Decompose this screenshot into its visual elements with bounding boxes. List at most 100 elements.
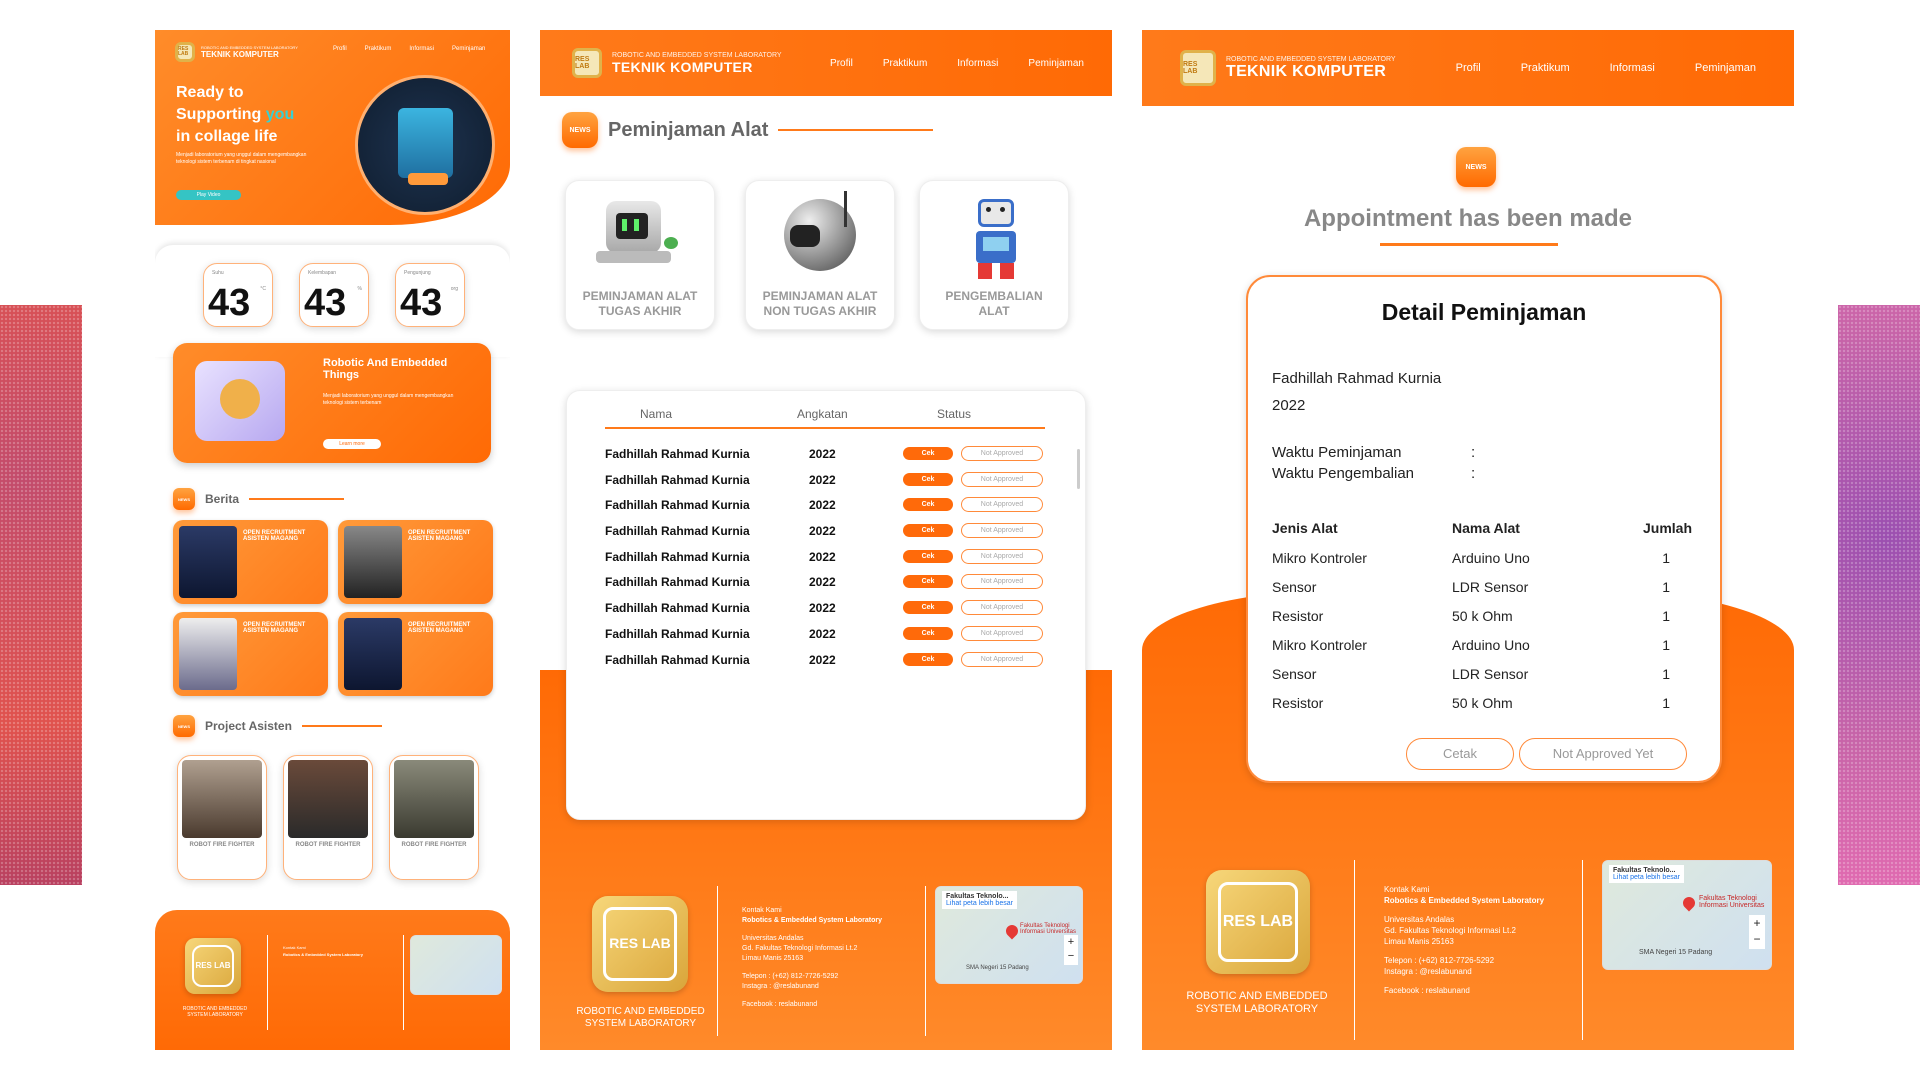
row-nama: Fadhillah Rahmad Kurnia	[605, 652, 750, 667]
stat-card-kelembapan: Kelembapan 43 %	[299, 263, 369, 327]
home-footer: RES LAB ROBOTIC AND EMBEDDED SYSTEM LABO…	[155, 910, 510, 1050]
cek-button[interactable]: Cek	[903, 575, 953, 589]
map-zoom-controls[interactable]: + −	[1064, 935, 1078, 965]
hero-line-2: Supporting	[176, 106, 266, 123]
table-row: Fadhillah Rahmad Kurnia 2022 Cek Not Approv…	[605, 569, 1045, 595]
project-card[interactable]: ROBOT FIRE FIGHTER	[177, 755, 267, 880]
chip-illustration	[195, 361, 285, 441]
footer-map[interactable]	[410, 935, 502, 995]
status-badge[interactable]: Not Approved	[961, 446, 1043, 461]
footer-telp[interactable]: Telepon : (+62) 812-7726-5292	[742, 972, 912, 982]
footer-fb[interactable]: Facebook : reslabunand	[1384, 985, 1574, 996]
nav-praktikum[interactable]: Praktikum	[1521, 62, 1570, 74]
item-jumlah: 1	[1662, 578, 1670, 595]
nav-profil[interactable]: Profil	[333, 46, 347, 52]
status-badge[interactable]: Not Approved	[961, 523, 1043, 539]
nav-peminjaman[interactable]: Peminjaman	[452, 46, 485, 52]
nav-peminjaman[interactable]: Peminjaman	[1028, 58, 1084, 69]
project-card[interactable]: ROBOT FIRE FIGHTER	[389, 755, 479, 880]
scrollbar[interactable]	[1077, 449, 1080, 489]
appointment-heading: Appointment has been made	[1303, 205, 1633, 232]
status-badge[interactable]: Not Approved	[961, 548, 1043, 564]
page-title: Peminjaman Alat	[608, 118, 769, 141]
nav-profil[interactable]: Profil	[830, 58, 853, 69]
item-jenis: Mikro Kontroler	[1272, 549, 1367, 566]
borrower-name: Fadhillah Rahmad Kurnia	[1272, 370, 1442, 387]
option-non-tugas-akhir[interactable]: PEMINJAMAN ALAT NON TUGAS AKHIR	[745, 180, 895, 330]
nav-praktikum[interactable]: Praktikum	[365, 46, 392, 52]
learn-more-button[interactable]: Learn more	[323, 439, 381, 449]
footer-map[interactable]: Fakultas Teknolo... Lihat peta lebih besa…	[935, 886, 1083, 984]
footer-telp[interactable]: Telepon : (+62) 812-7726-5292	[1384, 955, 1574, 966]
row-nama: Fadhillah Rahmad Kurnia	[605, 601, 750, 616]
project-card[interactable]: ROBOT FIRE FIGHTER	[283, 755, 373, 880]
brand-title: TEKNIK KOMPUTER	[1226, 62, 1387, 80]
cek-button[interactable]: Cek	[903, 652, 953, 666]
status-badge[interactable]: Not Approved	[961, 471, 1043, 487]
footer-logo: RES LAB	[185, 938, 241, 994]
status-badge[interactable]: Not Approved	[961, 574, 1043, 590]
cek-button[interactable]: Cek	[903, 447, 953, 460]
status-badge[interactable]: Not Approved	[961, 600, 1043, 616]
footer-ig[interactable]: Instagra : @reslabunand	[1384, 966, 1574, 977]
detail-title: Detail Peminjaman	[1381, 299, 1587, 325]
stat-unit: %	[357, 286, 362, 292]
table-row: Fadhillah Rahmad Kurnia 2022 Cek Not Approv…	[605, 647, 1045, 673]
stat-value: 43	[400, 282, 443, 324]
status-badge[interactable]: Not Approved	[961, 497, 1043, 513]
nav-informasi[interactable]: Informasi	[957, 58, 998, 69]
waktu-peminjaman-value: :	[1471, 444, 1476, 461]
news-card[interactable]: OPEN RECRUITMENT ASISTEN MAGANG	[173, 612, 328, 696]
cek-button[interactable]: Cek	[903, 549, 953, 563]
footer-ig[interactable]: Instagra : @reslabunand	[742, 982, 912, 992]
option-tugas-akhir[interactable]: PEMINJAMAN ALAT TUGAS AKHIR	[565, 180, 715, 330]
play-video-button[interactable]: Play Video	[176, 190, 241, 200]
peminjaman-panel: RES LAB ROBOTIC AND EMBEDDED SYSTEM LABO…	[540, 30, 1112, 1050]
news-card[interactable]: OPEN RECRUITMENT ASISTEN MAGANG	[173, 520, 328, 604]
item-jumlah: 1	[1662, 607, 1670, 624]
nav-profil[interactable]: Profil	[1456, 62, 1481, 74]
map-link[interactable]: Lihat peta lebih besar	[1613, 874, 1680, 881]
row-angkatan: 2022	[809, 575, 836, 590]
nav-informasi[interactable]: Informasi	[409, 46, 434, 52]
footer-fb[interactable]: Facebook : reslabunand	[742, 1000, 912, 1010]
col-jumlah: Jumlah	[1642, 520, 1692, 536]
cek-button[interactable]: Cek	[903, 472, 953, 486]
project-card-title: ROBOT FIRE FIGHTER	[189, 842, 255, 848]
approval-status-button[interactable]: Not Approved Yet	[1519, 738, 1687, 770]
row-nama: Fadhillah Rahmad Kurnia	[605, 549, 750, 564]
row-nama: Fadhillah Rahmad Kurnia	[605, 498, 750, 513]
stat-label: Suhu	[212, 270, 224, 276]
peminjaman-list: Fadhillah Rahmad Kurnia 2022 Cek Not Approv…	[605, 441, 1045, 672]
cek-button[interactable]: Cek	[903, 498, 953, 512]
row-angkatan: 2022	[809, 498, 836, 513]
stat-card-pengunjung: Pengunjung 43 org	[395, 263, 465, 327]
lab-logo[interactable]: RES LAB	[175, 42, 195, 62]
news-card[interactable]: OPEN RECRUITMENT ASISTEN MAGANG	[338, 612, 493, 696]
table-row: Resistor 50 k Ohm 1	[1272, 601, 1692, 630]
option-line-1: PEMINJAMAN ALAT	[762, 289, 878, 303]
cek-button[interactable]: Cek	[903, 524, 953, 538]
lab-logo[interactable]: RES LAB	[572, 48, 602, 78]
nav-praktikum[interactable]: Praktikum	[883, 58, 927, 69]
cek-button[interactable]: Cek	[903, 626, 953, 640]
map-link[interactable]: Lihat peta lebih besar	[946, 900, 1013, 907]
status-badge[interactable]: Not Approved	[961, 651, 1043, 667]
option-line-2: TUGAS AKHIR	[598, 304, 682, 318]
news-card[interactable]: OPEN RECRUITMENT ASISTEN MAGANG	[338, 520, 493, 604]
footer-map[interactable]: Fakultas Teknolo... Lihat peta lebih besa…	[1602, 860, 1772, 970]
row-nama: Fadhillah Rahmad Kurnia	[605, 524, 750, 539]
status-badge[interactable]: Not Approved	[961, 625, 1043, 641]
table-row: Mikro Kontroler Arduino Uno 1	[1272, 543, 1692, 572]
lab-logo[interactable]: RES LAB	[1180, 50, 1216, 86]
option-pengembalian[interactable]: PENGEMBALIAN ALAT	[919, 180, 1069, 330]
map-zoom-controls[interactable]: + −	[1749, 915, 1765, 949]
nav-informasi[interactable]: Informasi	[1610, 62, 1655, 74]
detail-panel: RES LAB ROBOTIC AND EMBEDDED SYSTEM LABO…	[1142, 30, 1794, 1050]
footer-lab-full: Robotics & Embedded System Laboratory	[283, 952, 364, 957]
peminjaman-table-card: Nama Angkatan Status Fadhillah Rahmad Ku…	[566, 390, 1086, 820]
brand-title: TEKNIK KOMPUTER	[201, 50, 279, 59]
cetak-button[interactable]: Cetak	[1406, 738, 1514, 770]
nav-peminjaman[interactable]: Peminjaman	[1695, 62, 1756, 74]
cek-button[interactable]: Cek	[903, 601, 953, 615]
